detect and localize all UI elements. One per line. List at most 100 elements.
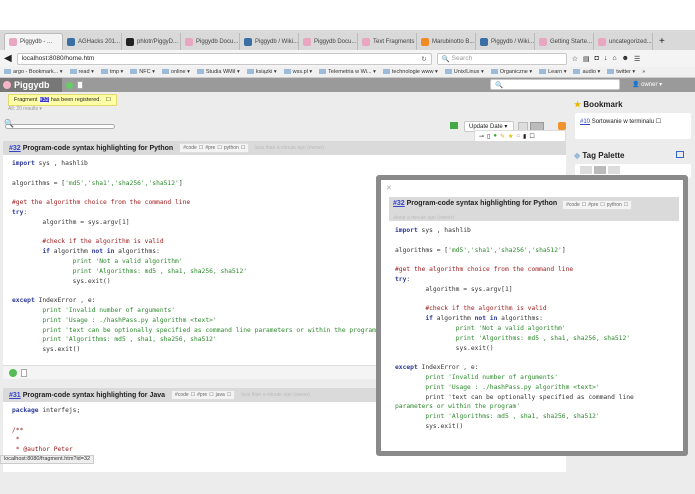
bookmark-folder[interactable]: audio ▾: [573, 69, 600, 75]
rss-icon[interactable]: [558, 122, 566, 130]
bookmark-folder[interactable]: wss.pl ▾: [283, 69, 312, 75]
account-icon[interactable]: ☻: [622, 55, 629, 62]
url-input[interactable]: localhost:8080/home.htm ↻: [16, 52, 432, 65]
browser-tab[interactable]: Marubinotto B...: [417, 33, 476, 50]
tag[interactable]: #pre: [588, 202, 598, 208]
code-token: print 'Invalid number of arguments': [395, 373, 559, 381]
bookmark-folder[interactable]: twitter ▾: [607, 69, 635, 75]
tag[interactable]: #code: [175, 392, 189, 398]
link-icon[interactable]: ⊸: [479, 133, 484, 140]
tag[interactable]: #code: [566, 202, 580, 208]
export-icon[interactable]: [450, 122, 458, 129]
notice-link[interactable]: #32: [39, 97, 49, 103]
maximize-icon[interactable]: [676, 151, 684, 158]
browser-tab[interactable]: Piggydb Docu...: [299, 33, 358, 50]
code-token: /**: [12, 426, 24, 434]
close-icon[interactable]: ✕: [386, 184, 392, 192]
tag[interactable]: #pre: [197, 392, 207, 398]
bookmark-folder[interactable]: NFC ▾: [130, 69, 155, 75]
new-document-icon[interactable]: [21, 368, 27, 377]
bookmark-folder-label: technologie www ▾: [391, 69, 438, 75]
download-icon[interactable]: ↓: [604, 55, 608, 62]
tag-palette-heading: ◆ Tag Palette: [574, 151, 624, 160]
bookmark-folder[interactable]: Learn ▾: [539, 69, 566, 75]
favorite-icon[interactable]: ★: [508, 133, 513, 140]
pocket-icon[interactable]: ◘: [595, 55, 599, 62]
add-fragment-icon[interactable]: [66, 82, 73, 89]
folder-icon: [161, 69, 169, 75]
reading-list-icon[interactable]: ▤: [583, 55, 590, 63]
tab-tags-cloud[interactable]: [594, 166, 606, 174]
bookmark-folder[interactable]: argo - Bookmark... ▾: [4, 69, 63, 75]
bookmark-folder[interactable]: Telemetria w Wi... ▾: [319, 69, 376, 75]
menu-icon[interactable]: ☰: [634, 55, 640, 63]
filter-select[interactable]: All: 20 results ▾: [8, 106, 42, 112]
info-icon[interactable]: ▯: [487, 133, 490, 140]
new-document-icon[interactable]: [77, 81, 83, 89]
browser-tab[interactable]: AGHacks 201...: [63, 33, 122, 50]
reload-icon[interactable]: ↻: [421, 55, 426, 63]
app-header: 🔍 👤 owner ▾: [0, 78, 695, 92]
folder-icon: [4, 69, 11, 75]
bookmark-folder[interactable]: Organiczne ▾: [490, 69, 532, 75]
code-token: not in: [91, 248, 115, 256]
app-search-input[interactable]: 🔍: [490, 79, 620, 90]
tag[interactable]: python: [224, 145, 239, 151]
tab-label: uncategorized...: [609, 38, 652, 45]
bookmark-folder[interactable]: read ▾: [69, 69, 94, 75]
bookmark-folder[interactable]: technologie www ▾: [382, 69, 438, 75]
browser-tab[interactable]: Getting Starte...: [535, 33, 594, 50]
browser-tab[interactable]: uncategorized...: [594, 33, 653, 50]
browser-tab[interactable]: Piggydb Docu...: [181, 33, 240, 50]
fragment-id-link[interactable]: #31: [9, 392, 21, 399]
browser-tab[interactable]: Piggydb - ...: [4, 33, 63, 50]
fragment-title[interactable]: Program-code syntax highlighting for Jav…: [23, 392, 165, 399]
home-icon[interactable]: ⌂: [612, 55, 616, 62]
select-checkbox[interactable]: ☐: [529, 133, 534, 140]
code-token: ]: [561, 246, 566, 254]
fragment-id-link[interactable]: #32: [9, 145, 21, 152]
close-icon[interactable]: ☐: [106, 97, 111, 103]
tag[interactable]: #code: [183, 145, 197, 151]
fragment-id-link[interactable]: #32: [393, 200, 405, 207]
browser-tab[interactable]: phlotr/PiggyD...: [122, 33, 181, 50]
bookmark-folder-label: argo - Bookmark... ▾: [13, 69, 63, 75]
code-token: algorithm = sys.argv[1]: [12, 218, 130, 226]
browser-tab[interactable]: Piggydb / Wiki...: [240, 33, 299, 50]
user-menu[interactable]: 👤 owner ▾: [632, 81, 662, 88]
zoom-slider[interactable]: [5, 124, 115, 129]
bookmark-folder[interactable]: online ▾: [161, 69, 190, 75]
tab-tags-text[interactable]: [580, 166, 592, 174]
add-child-icon[interactable]: [9, 368, 17, 377]
bookmark-folder[interactable]: Unix/Linux ▾: [444, 69, 484, 75]
code-token: print 'text can be optionally specified …: [395, 393, 634, 401]
fragment-title[interactable]: Program-code syntax highlighting for Pyt…: [23, 145, 174, 152]
user-name: owner: [641, 82, 658, 88]
fragment-title[interactable]: Program-code syntax highlighting for Pyt…: [407, 200, 558, 207]
tag[interactable]: python: [607, 202, 622, 208]
tag[interactable]: java: [216, 392, 225, 398]
home-icon[interactable]: ⌂: [516, 133, 520, 139]
star-icon[interactable]: ☆: [572, 55, 578, 63]
app-logo[interactable]: Piggydb: [0, 78, 62, 92]
bookmark-folder[interactable]: tmp ▾: [100, 69, 123, 75]
bookmark-folder[interactable]: ksiązki ▾: [246, 69, 277, 75]
tab-tags-tree[interactable]: [608, 166, 620, 174]
new-tab-button[interactable]: +: [659, 36, 665, 47]
delete-icon[interactable]: ▮: [523, 133, 526, 140]
refresh-icon[interactable]: ●: [493, 133, 497, 139]
bookmarks-overflow[interactable]: »: [642, 69, 645, 75]
bookmark-label[interactable]: Sortowanie w terminalu: [592, 119, 654, 125]
browser-tab[interactable]: Text Fragments: [358, 33, 417, 50]
browser-tab[interactable]: Piggydb / Wiki...: [476, 33, 535, 50]
navigation-bar: ◀ localhost:8080/home.htm ↻ 🔍 Search ☆ ▤ ◘ ↓…: [0, 50, 695, 67]
bookmark-folder[interactable]: Studia WMiI ▾: [196, 69, 240, 75]
code-line: algorithm = sys.argv[1]: [395, 285, 673, 295]
tag[interactable]: #pre: [205, 145, 215, 151]
search-input[interactable]: 🔍 Search: [436, 52, 567, 65]
bookmark-id-link[interactable]: #10: [580, 119, 590, 125]
edit-icon[interactable]: ✎: [500, 133, 505, 140]
back-icon[interactable]: ◀: [4, 53, 12, 64]
